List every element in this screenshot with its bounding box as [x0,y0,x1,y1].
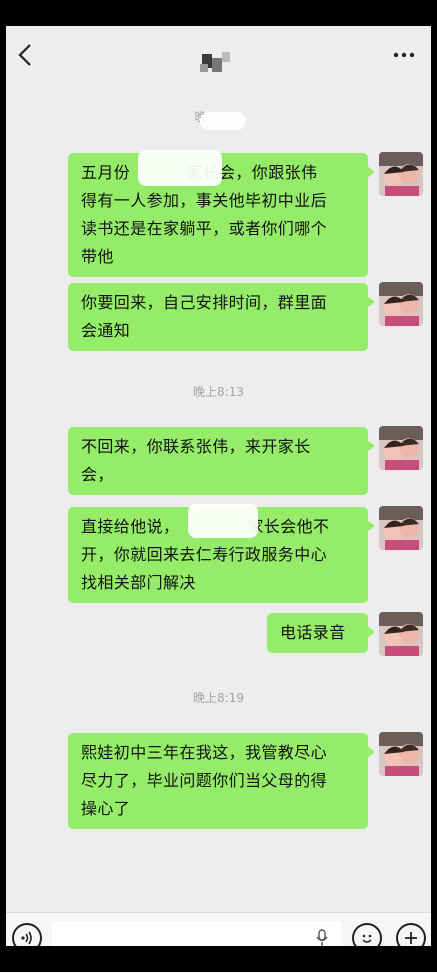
blur-mask [138,150,222,186]
chevron-left-icon [18,44,31,66]
avatar-photo [379,426,423,470]
blur-mask [188,504,258,538]
chat-message[interactable]: 你要回来，自己安排时间，群里面 会通知 [68,283,375,351]
avatar-photo [379,732,423,776]
timestamp: 晚上8:19 [193,691,244,705]
microphone-icon[interactable] [316,929,328,947]
screen-frame [431,0,437,972]
more-horizontal-icon [393,52,415,58]
avatar[interactable] [379,506,423,550]
avatar[interactable] [379,152,423,196]
chat-header [0,26,437,88]
avatar-photo [379,612,423,656]
avatar-photo [379,282,423,326]
blur-mask [200,112,246,130]
emoji-icon [362,934,372,943]
avatar[interactable] [379,282,423,326]
avatar-photo [379,152,423,196]
voice-icon [21,931,32,945]
chat-title-blurred [198,50,238,74]
timestamp: 晚上8:13 [193,385,244,399]
avatar[interactable] [379,732,423,776]
screen-frame [0,0,6,972]
avatar[interactable] [379,612,423,656]
more-button[interactable] [389,41,419,69]
avatar[interactable] [379,426,423,470]
plus-icon [405,932,417,944]
navigation-bar [0,946,437,972]
back-button[interactable] [12,40,38,70]
chat-message[interactable]: 电话录音 [267,613,375,653]
chat-message[interactable]: 熙娃初中三年在我这，我管教尽心 尽力了，毕业问题你们当父母的得 操心了 [68,733,375,829]
avatar-photo [379,506,423,550]
chat-message[interactable]: 不回来，你联系张伟，来开家长 会， [68,427,375,495]
